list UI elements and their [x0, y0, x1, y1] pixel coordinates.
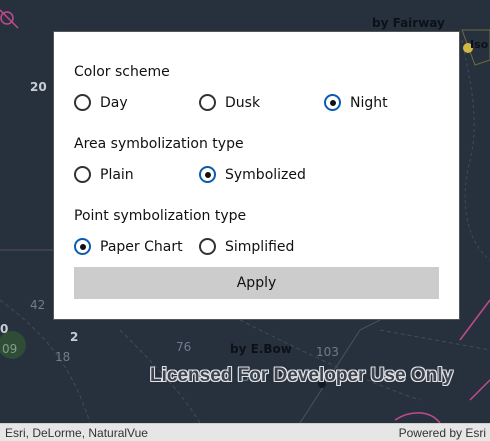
radio-circle: [74, 238, 91, 255]
radio-point-paper-chart[interactable]: Paper Chart: [74, 238, 183, 255]
radio-label-simplified: Simplified: [225, 238, 295, 255]
radio-circle: [74, 166, 91, 183]
radio-area-plain[interactable]: Plain: [74, 166, 134, 183]
map-sounding-76: 76: [176, 340, 192, 354]
area-symbolization-title: Area symbolization type: [74, 136, 244, 152]
color-scheme-title: Color scheme: [74, 64, 170, 80]
attribution-powered-by[interactable]: Powered by Esri: [399, 426, 486, 440]
map-label-ebow: by E.Bow: [230, 342, 292, 356]
map-sounding-103: 103: [316, 345, 339, 359]
map-sounding-0: 0: [0, 322, 9, 336]
radio-label-day: Day: [100, 94, 128, 111]
radio-color-scheme-dusk[interactable]: Dusk: [199, 94, 260, 111]
radio-point-simplified[interactable]: Simplified: [199, 238, 294, 255]
radio-circle: [199, 238, 216, 255]
map-label-iso: Iso: [470, 38, 489, 51]
radio-label-night: Night: [350, 94, 388, 111]
point-symbolization-title: Point symbolization type: [74, 208, 247, 224]
symbology-settings-panel: Color scheme Day Dusk Night Area symboli…: [53, 31, 460, 320]
map-sounding-20: 20: [30, 80, 47, 94]
radio-color-scheme-day[interactable]: Day: [74, 94, 128, 111]
radio-label-symbolized: Symbolized: [225, 166, 306, 183]
radio-area-symbolized[interactable]: Symbolized: [199, 166, 306, 183]
license-watermark: Licensed For Developer Use Only: [150, 365, 454, 386]
radio-label-dusk: Dusk: [225, 94, 261, 111]
apply-button[interactable]: Apply: [74, 267, 439, 299]
radio-color-scheme-night[interactable]: Night: [324, 94, 388, 111]
radio-circle: [74, 94, 91, 111]
radio-circle: [199, 166, 216, 183]
radio-circle: [324, 94, 341, 111]
attribution-source: Esri, DeLorme, NaturalVue: [5, 426, 148, 440]
radio-label-paper-chart: Paper Chart: [100, 238, 183, 255]
map-sounding-42: 42: [30, 298, 46, 312]
map-sounding-2: 2: [70, 330, 79, 344]
radio-label-plain: Plain: [100, 166, 134, 183]
map-sounding-09: 09: [2, 342, 18, 356]
radio-circle: [199, 94, 216, 111]
map-sounding-18: 18: [55, 350, 71, 364]
attribution-bar: Esri, DeLorme, NaturalVue Powered by Esr…: [0, 423, 490, 441]
map-label-fairway: by Fairway: [372, 16, 445, 30]
